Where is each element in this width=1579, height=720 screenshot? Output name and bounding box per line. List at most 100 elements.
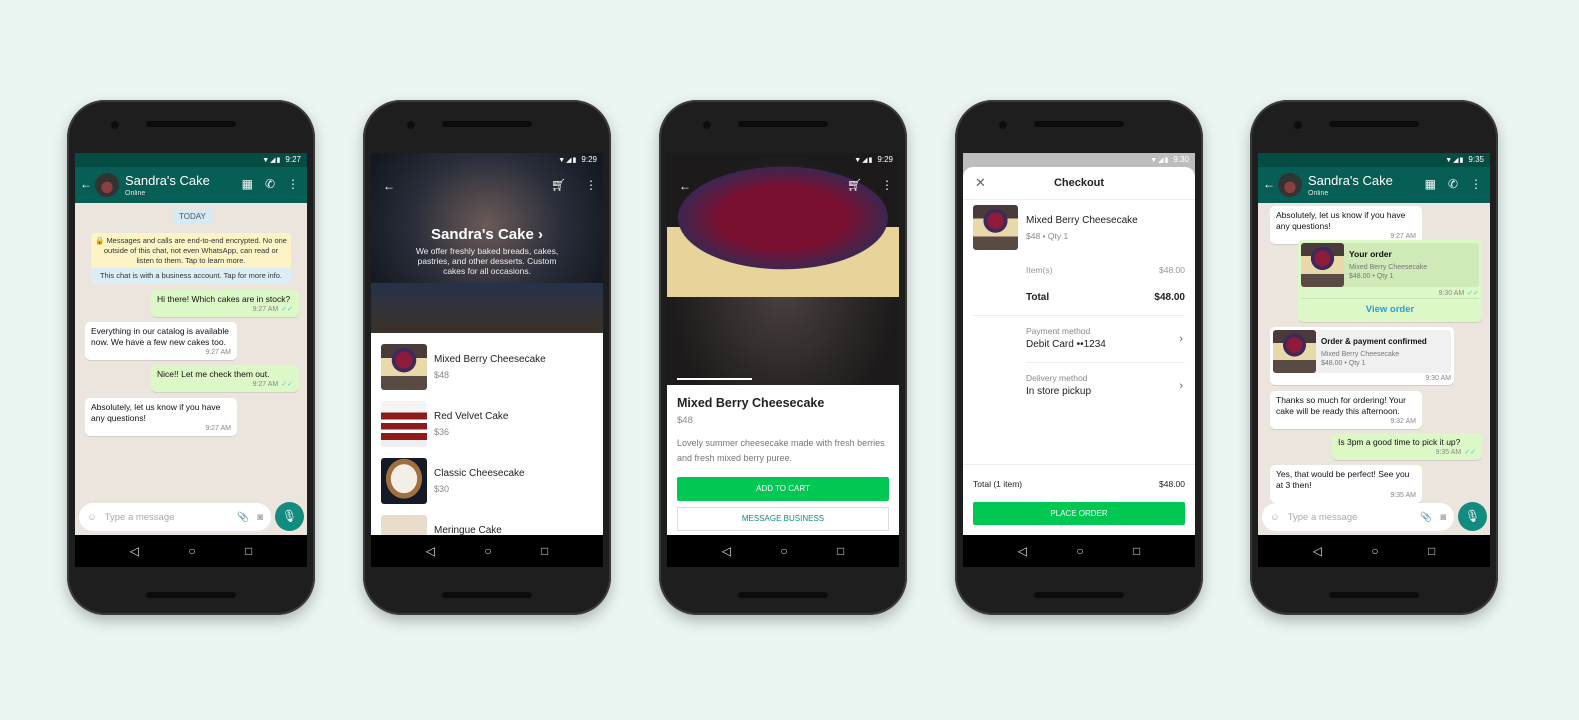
product-list: Mixed Berry Cheesecake $48 Red Velvet Ca… (371, 333, 603, 561)
encryption-notice[interactable]: 🔒 Messages and calls are end-to-end encr… (91, 233, 291, 269)
back-nav-icon[interactable]: ◁ (426, 544, 435, 558)
mic-button[interactable]: 🎙 (275, 502, 304, 531)
back-arrow-icon[interactable]: ← (1263, 177, 1275, 191)
business-notice[interactable]: This chat is with a business account. Ta… (91, 268, 291, 283)
message-incoming: Absolutely, let us know if you have any … (85, 398, 237, 436)
camera-icon[interactable]: ◙ (1440, 512, 1446, 523)
home-nav-icon[interactable]: ○ (780, 544, 787, 558)
date-chip: TODAY (173, 209, 212, 224)
chat-area: Absolutely, let us know if you have any … (1258, 203, 1490, 535)
home-nav-icon[interactable]: ○ (188, 544, 195, 558)
product-thumbnail[interactable] (381, 401, 427, 447)
recents-nav-icon[interactable]: □ (541, 544, 548, 558)
product-description: Lovely summer cheesecake made with fresh… (677, 438, 885, 463)
chat-header: ← Sandra's Cake Online ▦ ✆ ⋮ (75, 167, 307, 203)
item-meta: $48 • Qty 1 (1026, 231, 1069, 241)
contact-name[interactable]: Sandra's Cake (125, 173, 210, 188)
message-input[interactable]: ☺ Type a message 📎 ◙ (79, 503, 271, 531)
recents-nav-icon[interactable]: □ (837, 544, 844, 558)
back-nav-icon[interactable]: ◁ (130, 544, 139, 558)
home-nav-icon[interactable]: ○ (1371, 544, 1378, 558)
status-bar: ▼◢▮ 9:27 (75, 153, 307, 167)
delivery-method-row[interactable]: Delivery method In store pickup › (963, 362, 1195, 408)
back-arrow-icon[interactable]: ← (80, 177, 92, 191)
back-arrow-icon[interactable]: ← (383, 179, 395, 193)
back-nav-icon[interactable]: ◁ (1313, 544, 1322, 558)
view-order-button[interactable]: View order (1301, 298, 1479, 315)
read-ticks-icon: ✓✓ (281, 306, 293, 313)
footer-total-value: $48.00 (1159, 479, 1185, 489)
store-icon[interactable]: ▦ (242, 177, 253, 191)
contact-name[interactable]: Sandra's Cake (1308, 173, 1393, 188)
total-value: $48.00 (1154, 292, 1185, 303)
product-price: $30 (434, 484, 450, 494)
cart-icon[interactable]: 🛒︎ (551, 178, 566, 192)
more-icon[interactable]: ⋮ (881, 178, 893, 192)
avatar[interactable] (95, 173, 119, 197)
recents-nav-icon[interactable]: □ (1133, 544, 1140, 558)
back-arrow-icon[interactable]: ← (679, 179, 691, 193)
mic-button[interactable]: 🎙 (1458, 502, 1487, 531)
back-nav-icon[interactable]: ◁ (722, 544, 731, 558)
product-price: $48 (434, 370, 450, 380)
home-nav-icon[interactable]: ○ (1076, 544, 1083, 558)
attach-icon[interactable]: 📎 (237, 512, 249, 523)
read-ticks-icon: ✓✓ (281, 381, 293, 388)
phone-catalog: ▼◢▮ 9:29 ← 🛒︎ ⋮ Sandra's Cake › We offer … (363, 100, 611, 615)
item-name: Mixed Berry Cheesecake (1026, 215, 1138, 226)
signal-icon: ▼◢▮ (262, 157, 282, 164)
product-name[interactable]: Mixed Berry Cheesecake (434, 354, 546, 365)
more-icon[interactable]: ⋮ (1470, 177, 1482, 191)
message-outgoing: Nice!! Let me check them out. 9:27 AM ✓✓ (151, 365, 299, 392)
product-thumbnail[interactable] (381, 458, 427, 504)
store-icon[interactable]: ▦ (1425, 177, 1436, 191)
message-incoming: Absolutely, let us know if you have any … (1270, 206, 1422, 244)
home-nav-icon[interactable]: ○ (484, 544, 491, 558)
product-name[interactable]: Classic Cheesecake (434, 468, 525, 479)
back-nav-icon[interactable]: ◁ (1018, 544, 1027, 558)
message-business-button[interactable]: MESSAGE BUSINESS (677, 507, 889, 531)
online-status: Online (125, 190, 146, 197)
emoji-icon: ☺ (1270, 511, 1280, 523)
message-input[interactable]: ☺ Type a message 📎 ◙ (1262, 503, 1454, 531)
order-message: Your order Mixed Berry Cheesecake $48.00… (1298, 240, 1482, 322)
attach-icon[interactable]: 📎 (1420, 512, 1432, 523)
front-camera (111, 121, 119, 129)
avatar[interactable] (1278, 173, 1302, 197)
recents-nav-icon[interactable]: □ (245, 544, 252, 558)
more-icon[interactable]: ⋮ (287, 177, 299, 191)
message-incoming: Yes, that would be perfect! See you at 3… (1270, 465, 1422, 503)
add-to-cart-button[interactable]: ADD TO CART (677, 477, 889, 501)
product-thumbnail[interactable] (381, 344, 427, 390)
product-name[interactable]: Red Velvet Cake (434, 411, 509, 422)
message-incoming: Everything in our catalog is available n… (85, 322, 237, 360)
phone-order-chat: ▼◢▮ 9:35 ← Sandra's Cake Online ▦ ✆ ⋮ Absol… (1250, 100, 1498, 615)
item-thumbnail (973, 205, 1018, 250)
bottom-speaker (146, 592, 236, 598)
items-label: Item(s) (1026, 265, 1053, 275)
items-value: $48.00 (1159, 265, 1185, 275)
phone-checkout: ▼◢▮ 9:30 ✕ Checkout Mixed Berry Cheesecak… (955, 100, 1203, 615)
android-nav-bar: ◁ ○ □ (75, 535, 307, 567)
product-image (667, 153, 899, 385)
checkout-title: Checkout (1053, 177, 1105, 189)
cart-icon[interactable]: 🛒︎ (847, 178, 862, 192)
add-call-icon[interactable]: ✆ (1448, 177, 1458, 191)
product-price: $48 (677, 415, 693, 426)
more-icon[interactable]: ⋮ (585, 178, 597, 192)
product-price: $36 (434, 427, 450, 437)
product-title: Mixed Berry Cheesecake (677, 396, 825, 410)
clock: 9:27 (285, 155, 301, 164)
place-order-button[interactable]: PLACE ORDER (973, 502, 1185, 525)
chevron-right-icon: › (1179, 380, 1183, 392)
message-incoming: Thanks so much for ordering! Your cake w… (1270, 391, 1422, 429)
catalog-description: We offer freshly baked breads, cakes, pa… (415, 246, 559, 276)
checkout-sheet: ✕ Checkout Mixed Berry Cheesecake $48 • … (963, 167, 1195, 535)
add-call-icon[interactable]: ✆ (265, 177, 275, 191)
recents-nav-icon[interactable]: □ (1428, 544, 1435, 558)
camera-icon[interactable]: ◙ (257, 512, 263, 523)
catalog-title[interactable]: Sandra's Cake › (371, 226, 603, 243)
total-label: Total (1026, 292, 1050, 303)
message-outgoing: Hi there! Which cakes are in stock? 9:27 … (151, 290, 299, 317)
payment-method-row[interactable]: Payment method Debit Card ••1234 › (963, 315, 1195, 361)
